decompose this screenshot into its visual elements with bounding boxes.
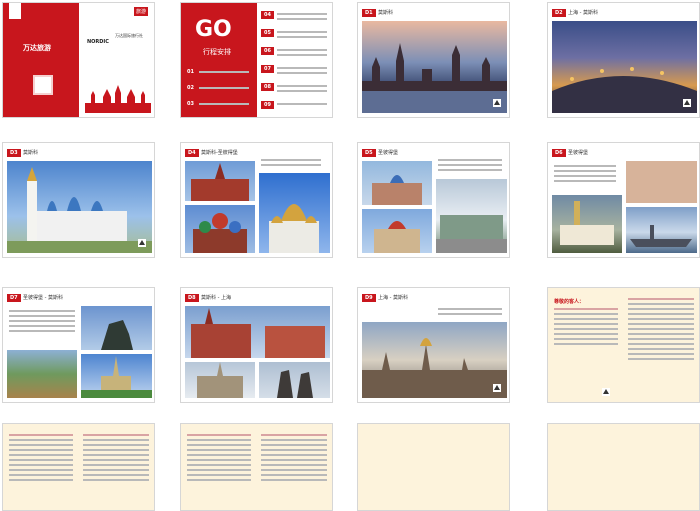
page-day-4: D4 莫斯科-圣彼得堡	[180, 142, 333, 258]
brand-logo: 万达旅游	[23, 44, 51, 52]
cover-white-panel: 旅游 NORDIC 万达国际旅行社	[79, 3, 154, 117]
page-day-2: D2 上海 - 莫斯科	[547, 2, 700, 118]
university-photo	[81, 354, 152, 398]
day-09: 09	[261, 101, 274, 109]
qr-code	[33, 75, 53, 95]
day-title: 上海 - 莫斯科	[378, 295, 408, 301]
day-title: 圣彼得堡	[568, 150, 589, 156]
winter-palace-photo	[436, 179, 507, 253]
day-tag: D5	[362, 149, 376, 157]
st-basil-photo	[185, 205, 255, 253]
spilled-blood-photo	[362, 161, 432, 205]
fortress-photo	[552, 195, 622, 253]
partner-line-2: 万达国际旅行社	[115, 33, 143, 38]
day-tag: D3	[7, 149, 21, 157]
kremlin-silhouette	[85, 85, 151, 113]
page-day-9: D9 上海 - 莫斯科	[357, 287, 510, 403]
petersburg-bridge-photo	[552, 21, 697, 113]
day-tag: D4	[185, 149, 199, 157]
monument-photo	[259, 362, 330, 398]
day-03: 03	[187, 101, 194, 107]
side-tag: 旅游	[133, 7, 148, 16]
day-tag: D8	[185, 294, 199, 302]
day-tag: D6	[552, 149, 566, 157]
kremlin-skyline	[362, 43, 507, 113]
day-06: 06	[261, 47, 274, 55]
blank-page-1	[357, 423, 510, 511]
notice-heading: 尊敬的客人：	[554, 299, 585, 305]
page-day-5: D5 圣彼得堡	[357, 142, 510, 258]
partner-line-1: NORDIC	[87, 39, 109, 45]
itinerary-index-page: GO 行程安排 01 02 03 04 05 06 07 08 09	[180, 2, 333, 118]
tips-page-2	[180, 423, 333, 511]
kremlin-panorama-photo	[362, 322, 507, 398]
cathedral-photo	[362, 209, 432, 253]
sketch-photo	[626, 161, 697, 203]
day-tag: D1	[362, 9, 376, 17]
historical-museum-photo	[185, 306, 330, 358]
bronze-horseman-photo	[81, 306, 152, 350]
aerial-city-photo	[7, 350, 77, 398]
page-day-7: D7 圣彼得堡 - 莫斯科	[2, 287, 155, 403]
red-square-photo	[185, 161, 255, 201]
day-05: 05	[261, 29, 274, 37]
cruiser-photo	[626, 207, 697, 253]
day-07: 07	[261, 65, 274, 73]
page-day-6: D6 圣彼得堡	[547, 142, 700, 258]
page-day-3: D3 莫斯科	[2, 142, 155, 258]
day-tag: D2	[552, 9, 566, 17]
day-title: 莫斯科	[23, 150, 39, 156]
day-title: 莫斯科-圣彼得堡	[201, 150, 238, 156]
day-02: 02	[187, 85, 194, 91]
day-title: 圣彼得堡	[378, 150, 399, 156]
day-title: 圣彼得堡 - 莫斯科	[23, 295, 63, 301]
tips-page-1	[2, 423, 155, 511]
cover-top-badge	[9, 3, 21, 19]
moscow-university-photo	[185, 362, 255, 398]
day-04: 04	[261, 11, 274, 19]
page-day-8: D8 莫斯科 - 上海	[180, 287, 333, 403]
day-01: 01	[187, 69, 194, 75]
monastery-photo	[7, 161, 152, 253]
page-day-1: D1 莫斯科	[357, 2, 510, 118]
day-tag: D7	[7, 294, 21, 302]
moscow-river-photo	[362, 21, 507, 113]
day-title: 莫斯科 - 上海	[201, 295, 231, 301]
cover-page: 万达旅游 旅游 NORDIC 万达国际旅行社	[2, 2, 155, 118]
day-title: 莫斯科	[378, 10, 394, 16]
day-08: 08	[261, 83, 274, 91]
day-title: 上海 - 莫斯科	[568, 10, 598, 16]
go-subtitle: 行程安排	[203, 48, 231, 56]
go-red-panel: GO 行程安排 01 02 03	[181, 3, 257, 117]
go-white-panel: 04 05 06 07 08 09	[257, 3, 332, 117]
go-title: GO	[195, 17, 232, 42]
blank-page-2	[547, 423, 700, 511]
notice-page: 尊敬的客人：	[547, 287, 700, 403]
golden-domes-photo	[259, 173, 330, 253]
cover-red-panel: 万达旅游	[3, 3, 79, 117]
day-tag: D9	[362, 294, 376, 302]
